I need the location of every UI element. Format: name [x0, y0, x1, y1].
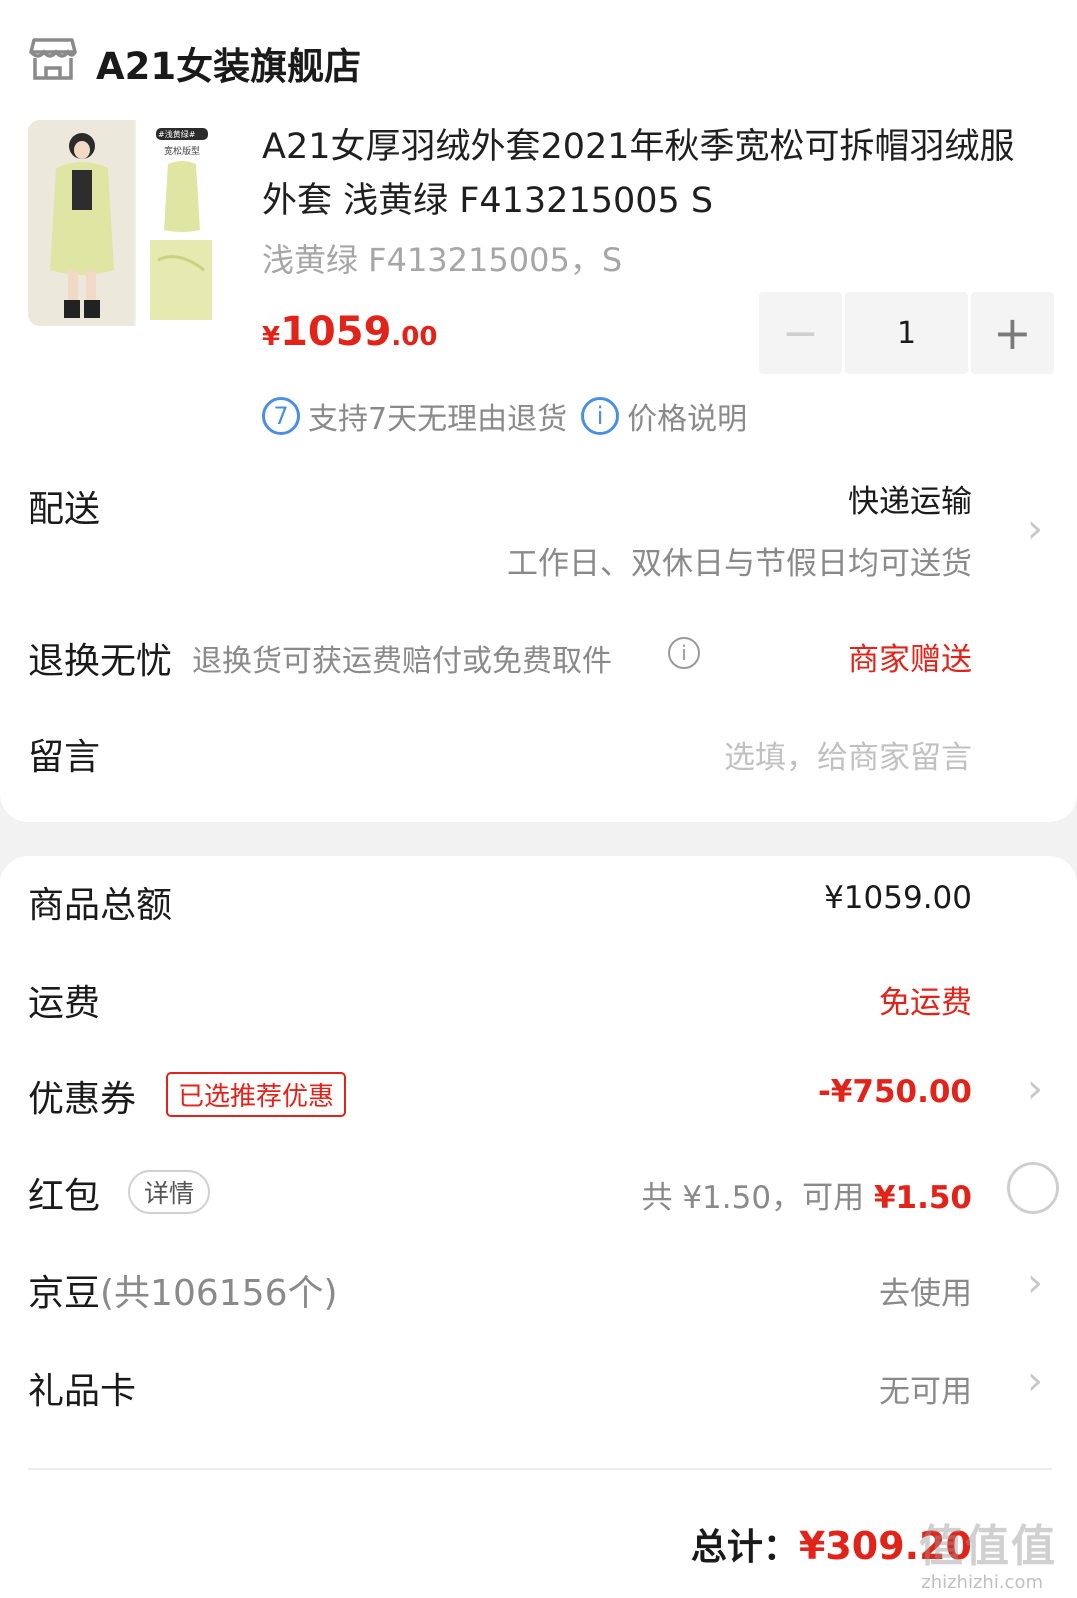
watermark-logo: 值值值 — [919, 1521, 1057, 1572]
delivery-note: 工作日、双休日与节假日均可送货 — [507, 546, 972, 582]
quantity-stepper: − 1 + — [759, 292, 1054, 374]
price-explanation-link[interactable]: 价格说明 — [627, 394, 747, 438]
red-packet-total-text: 共 ¥1.50，可用 — [641, 1180, 865, 1216]
price-currency: ¥ — [262, 322, 281, 352]
image-caption: 宽松版型 — [164, 147, 201, 157]
returns-description: 退换货可获运费赔付或免费取件 — [192, 644, 612, 679]
gift-card-label: 礼品卡 — [28, 1371, 137, 1412]
red-packet-available: ¥1.50 — [873, 1180, 972, 1216]
seven-day-return-icon: 7 — [262, 397, 300, 435]
red-packet-details-button[interactable]: 详情 — [128, 1170, 211, 1214]
returns-info-icon[interactable]: i — [668, 637, 700, 669]
jingdou-title: 京豆 — [28, 1273, 101, 1314]
quantity-value[interactable]: 1 — [845, 292, 968, 374]
service-badges: 7 支持7天无理由退货 i 价格说明 — [262, 394, 761, 438]
summary-divider — [28, 1468, 1052, 1470]
seven-day-return-label[interactable]: 支持7天无理由退货 — [308, 394, 567, 438]
increase-button[interactable]: + — [970, 292, 1054, 374]
watermark-url: zhizhizhi.com — [921, 1572, 1043, 1593]
product-image[interactable]: #浅黄绿# 宽松版型 — [28, 120, 224, 326]
red-packet-radio[interactable] — [1007, 1162, 1059, 1214]
shipping-label: 运费 — [28, 983, 101, 1024]
shop-card: A21女装旗舰店 #浅黄绿# 宽松版型 A21女厚羽绒外套2021年秋季宽松可拆… — [0, 0, 1077, 822]
decrease-button[interactable]: − — [759, 292, 843, 374]
product-price: ¥1059.00 — [262, 309, 437, 355]
shipping-value: 免运费 — [879, 985, 972, 1021]
returns-value: 商家赠送 — [848, 642, 972, 678]
coupon-label: 优惠券 — [28, 1079, 137, 1120]
gift-card-chevron-right-icon[interactable]: › — [1027, 1358, 1043, 1404]
price-integer: 1059 — [280, 309, 392, 355]
message-input[interactable]: 选填，给商家留言 — [724, 732, 972, 777]
jingdou-label: 京豆(共106156个) — [28, 1264, 338, 1316]
total-label: 总计： — [690, 1527, 799, 1568]
coupon-value[interactable]: -¥750.00 — [818, 1074, 972, 1110]
returns-label: 退换无忧 — [28, 641, 173, 682]
coupon-chevron-right-icon[interactable]: › — [1027, 1066, 1043, 1112]
delivery-method[interactable]: 快递运输 — [848, 476, 972, 521]
image-tag: #浅黄绿# — [158, 130, 196, 139]
goods-total-value: ¥1059.00 — [824, 880, 972, 916]
delivery-chevron-right-icon[interactable]: › — [1027, 506, 1043, 552]
red-packet-label: 红包 — [28, 1176, 101, 1217]
price-decimal: .00 — [391, 322, 438, 352]
info-icon: i — [581, 397, 620, 435]
product-spec[interactable]: 浅黄绿 F413215005，S — [262, 235, 622, 281]
red-packet-amount: 共 ¥1.50，可用 ¥1.50 — [641, 1172, 972, 1217]
jingdou-count: (共106156个) — [100, 1273, 338, 1314]
jingdou-action[interactable]: 去使用 — [879, 1268, 972, 1313]
goods-total-label: 商品总额 — [28, 885, 173, 926]
gift-card-value[interactable]: 无可用 — [879, 1366, 972, 1411]
store-icon — [29, 38, 77, 80]
order-summary-card — [0, 856, 1077, 1598]
delivery-label: 配送 — [28, 489, 101, 530]
product-title[interactable]: A21女厚羽绒外套2021年秋季宽松可拆帽羽绒服外套 浅黄绿 F41321500… — [262, 120, 1042, 228]
jingdou-chevron-right-icon[interactable]: › — [1027, 1260, 1043, 1306]
message-label: 留言 — [28, 737, 101, 778]
shop-name[interactable]: A21女装旗舰店 — [96, 36, 361, 90]
coupon-tag: 已选推荐优惠 — [166, 1072, 347, 1117]
